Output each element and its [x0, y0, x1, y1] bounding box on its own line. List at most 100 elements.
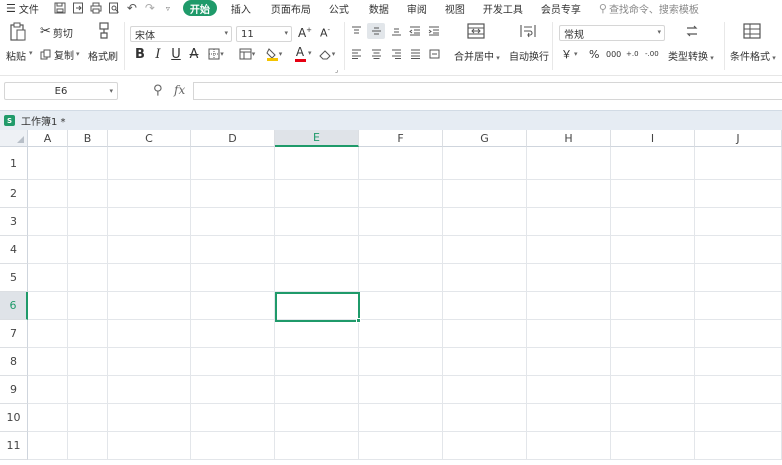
column-header-j[interactable]: J: [695, 130, 782, 147]
strikethrough-button[interactable]: A: [188, 46, 200, 62]
cell-h1[interactable]: [527, 147, 611, 180]
tab-developer[interactable]: 开发工具: [483, 0, 523, 16]
customize-dropdown-icon[interactable]: ▿: [161, 1, 175, 15]
cell-c1[interactable]: [108, 147, 191, 180]
cell-g6[interactable]: [443, 292, 527, 320]
cell-i1[interactable]: [611, 147, 695, 180]
cell-g2[interactable]: [443, 180, 527, 208]
cell-b4[interactable]: [68, 236, 108, 264]
cell-i2[interactable]: [611, 180, 695, 208]
underline-button[interactable]: U: [170, 46, 182, 62]
cell-c3[interactable]: [108, 208, 191, 236]
cell-e9[interactable]: [275, 376, 359, 404]
cell-i9[interactable]: [611, 376, 695, 404]
cell-e10[interactable]: [275, 404, 359, 432]
cell-a11[interactable]: [28, 432, 68, 460]
cell-j4[interactable]: [695, 236, 782, 264]
cell-j8[interactable]: [695, 348, 782, 376]
cell-j9[interactable]: [695, 376, 782, 404]
cut-button[interactable]: ✂ 剪切: [40, 25, 73, 40]
tab-data[interactable]: 数据: [369, 0, 389, 16]
cell-a4[interactable]: [28, 236, 68, 264]
export-icon[interactable]: [71, 1, 85, 15]
tab-insert[interactable]: 插入: [231, 0, 251, 16]
cell-j10[interactable]: [695, 404, 782, 432]
cell-e3[interactable]: [275, 208, 359, 236]
merge-center-label[interactable]: 合并居中 ▾: [454, 48, 500, 63]
cell-j2[interactable]: [695, 180, 782, 208]
cell-g8[interactable]: [443, 348, 527, 376]
cell-i6[interactable]: [611, 292, 695, 320]
row-header-6[interactable]: 6: [0, 292, 28, 320]
increase-indent-button[interactable]: [427, 24, 441, 38]
conditional-format-button[interactable]: [742, 21, 762, 41]
align-bottom-button[interactable]: [389, 24, 403, 38]
cell-b7[interactable]: [68, 320, 108, 348]
clear-button[interactable]: ▾: [316, 47, 338, 61]
cell-j5[interactable]: [695, 264, 782, 292]
workbook-tab[interactable]: 工作簿1 *: [21, 113, 66, 128]
cell-e2[interactable]: [275, 180, 359, 208]
type-convert-button[interactable]: [682, 21, 702, 41]
tab-home[interactable]: 开始: [182, 0, 217, 16]
cell-e11[interactable]: [275, 432, 359, 460]
cell-d2[interactable]: [191, 180, 275, 208]
align-center-button[interactable]: [369, 47, 383, 61]
row-header-3[interactable]: 3: [0, 208, 28, 236]
cell-f5[interactable]: [359, 264, 443, 292]
cell-g9[interactable]: [443, 376, 527, 404]
chevron-down-icon[interactable]: ▾: [308, 49, 312, 57]
cell-c8[interactable]: [108, 348, 191, 376]
cell-f10[interactable]: [359, 404, 443, 432]
cell-g1[interactable]: [443, 147, 527, 180]
copy-button[interactable]: 复制 ▾: [40, 47, 80, 62]
cell-d4[interactable]: [191, 236, 275, 264]
cell-d6[interactable]: [191, 292, 275, 320]
distributed-button[interactable]: [427, 47, 441, 61]
cell-j7[interactable]: [695, 320, 782, 348]
cell-i5[interactable]: [611, 264, 695, 292]
cell-g5[interactable]: [443, 264, 527, 292]
cell-b3[interactable]: [68, 208, 108, 236]
cell-b2[interactable]: [68, 180, 108, 208]
cell-a2[interactable]: [28, 180, 68, 208]
cell-b6[interactable]: [68, 292, 108, 320]
cell-d10[interactable]: [191, 404, 275, 432]
font-name-select[interactable]: 宋体 ▾: [130, 26, 232, 42]
cell-f4[interactable]: [359, 236, 443, 264]
cell-c9[interactable]: [108, 376, 191, 404]
cell-a8[interactable]: [28, 348, 68, 376]
paste-button[interactable]: [6, 20, 30, 44]
cell-g10[interactable]: [443, 404, 527, 432]
command-search[interactable]: ⚲ 查找命令、搜索模板: [599, 0, 699, 16]
cell-c7[interactable]: [108, 320, 191, 348]
wrap-text-button[interactable]: [518, 21, 538, 41]
column-header-a[interactable]: A: [28, 130, 68, 147]
cell-a10[interactable]: [28, 404, 68, 432]
fx-icon[interactable]: fx: [174, 83, 185, 97]
column-header-d[interactable]: D: [191, 130, 275, 147]
cell-j11[interactable]: [695, 432, 782, 460]
font-color-button[interactable]: A: [290, 45, 310, 63]
save-icon[interactable]: [53, 1, 67, 15]
row-header-11[interactable]: 11: [0, 432, 28, 460]
cell-j6[interactable]: [695, 292, 782, 320]
cell-e4[interactable]: [275, 236, 359, 264]
cell-f3[interactable]: [359, 208, 443, 236]
cell-i7[interactable]: [611, 320, 695, 348]
cell-e8[interactable]: [275, 348, 359, 376]
row-header-9[interactable]: 9: [0, 376, 28, 404]
cell-a9[interactable]: [28, 376, 68, 404]
cell-h11[interactable]: [527, 432, 611, 460]
formula-input[interactable]: [193, 82, 782, 100]
decrease-decimal-button[interactable]: -.00: [645, 46, 659, 62]
cell-b9[interactable]: [68, 376, 108, 404]
column-header-e[interactable]: E: [275, 130, 359, 147]
column-header-f[interactable]: F: [359, 130, 443, 147]
bold-button[interactable]: B: [134, 46, 146, 62]
cell-h7[interactable]: [527, 320, 611, 348]
cell-h6[interactable]: [527, 292, 611, 320]
cell-b5[interactable]: [68, 264, 108, 292]
file-menu[interactable]: ☰ 文件: [6, 0, 39, 16]
cell-e1[interactable]: [275, 147, 359, 180]
